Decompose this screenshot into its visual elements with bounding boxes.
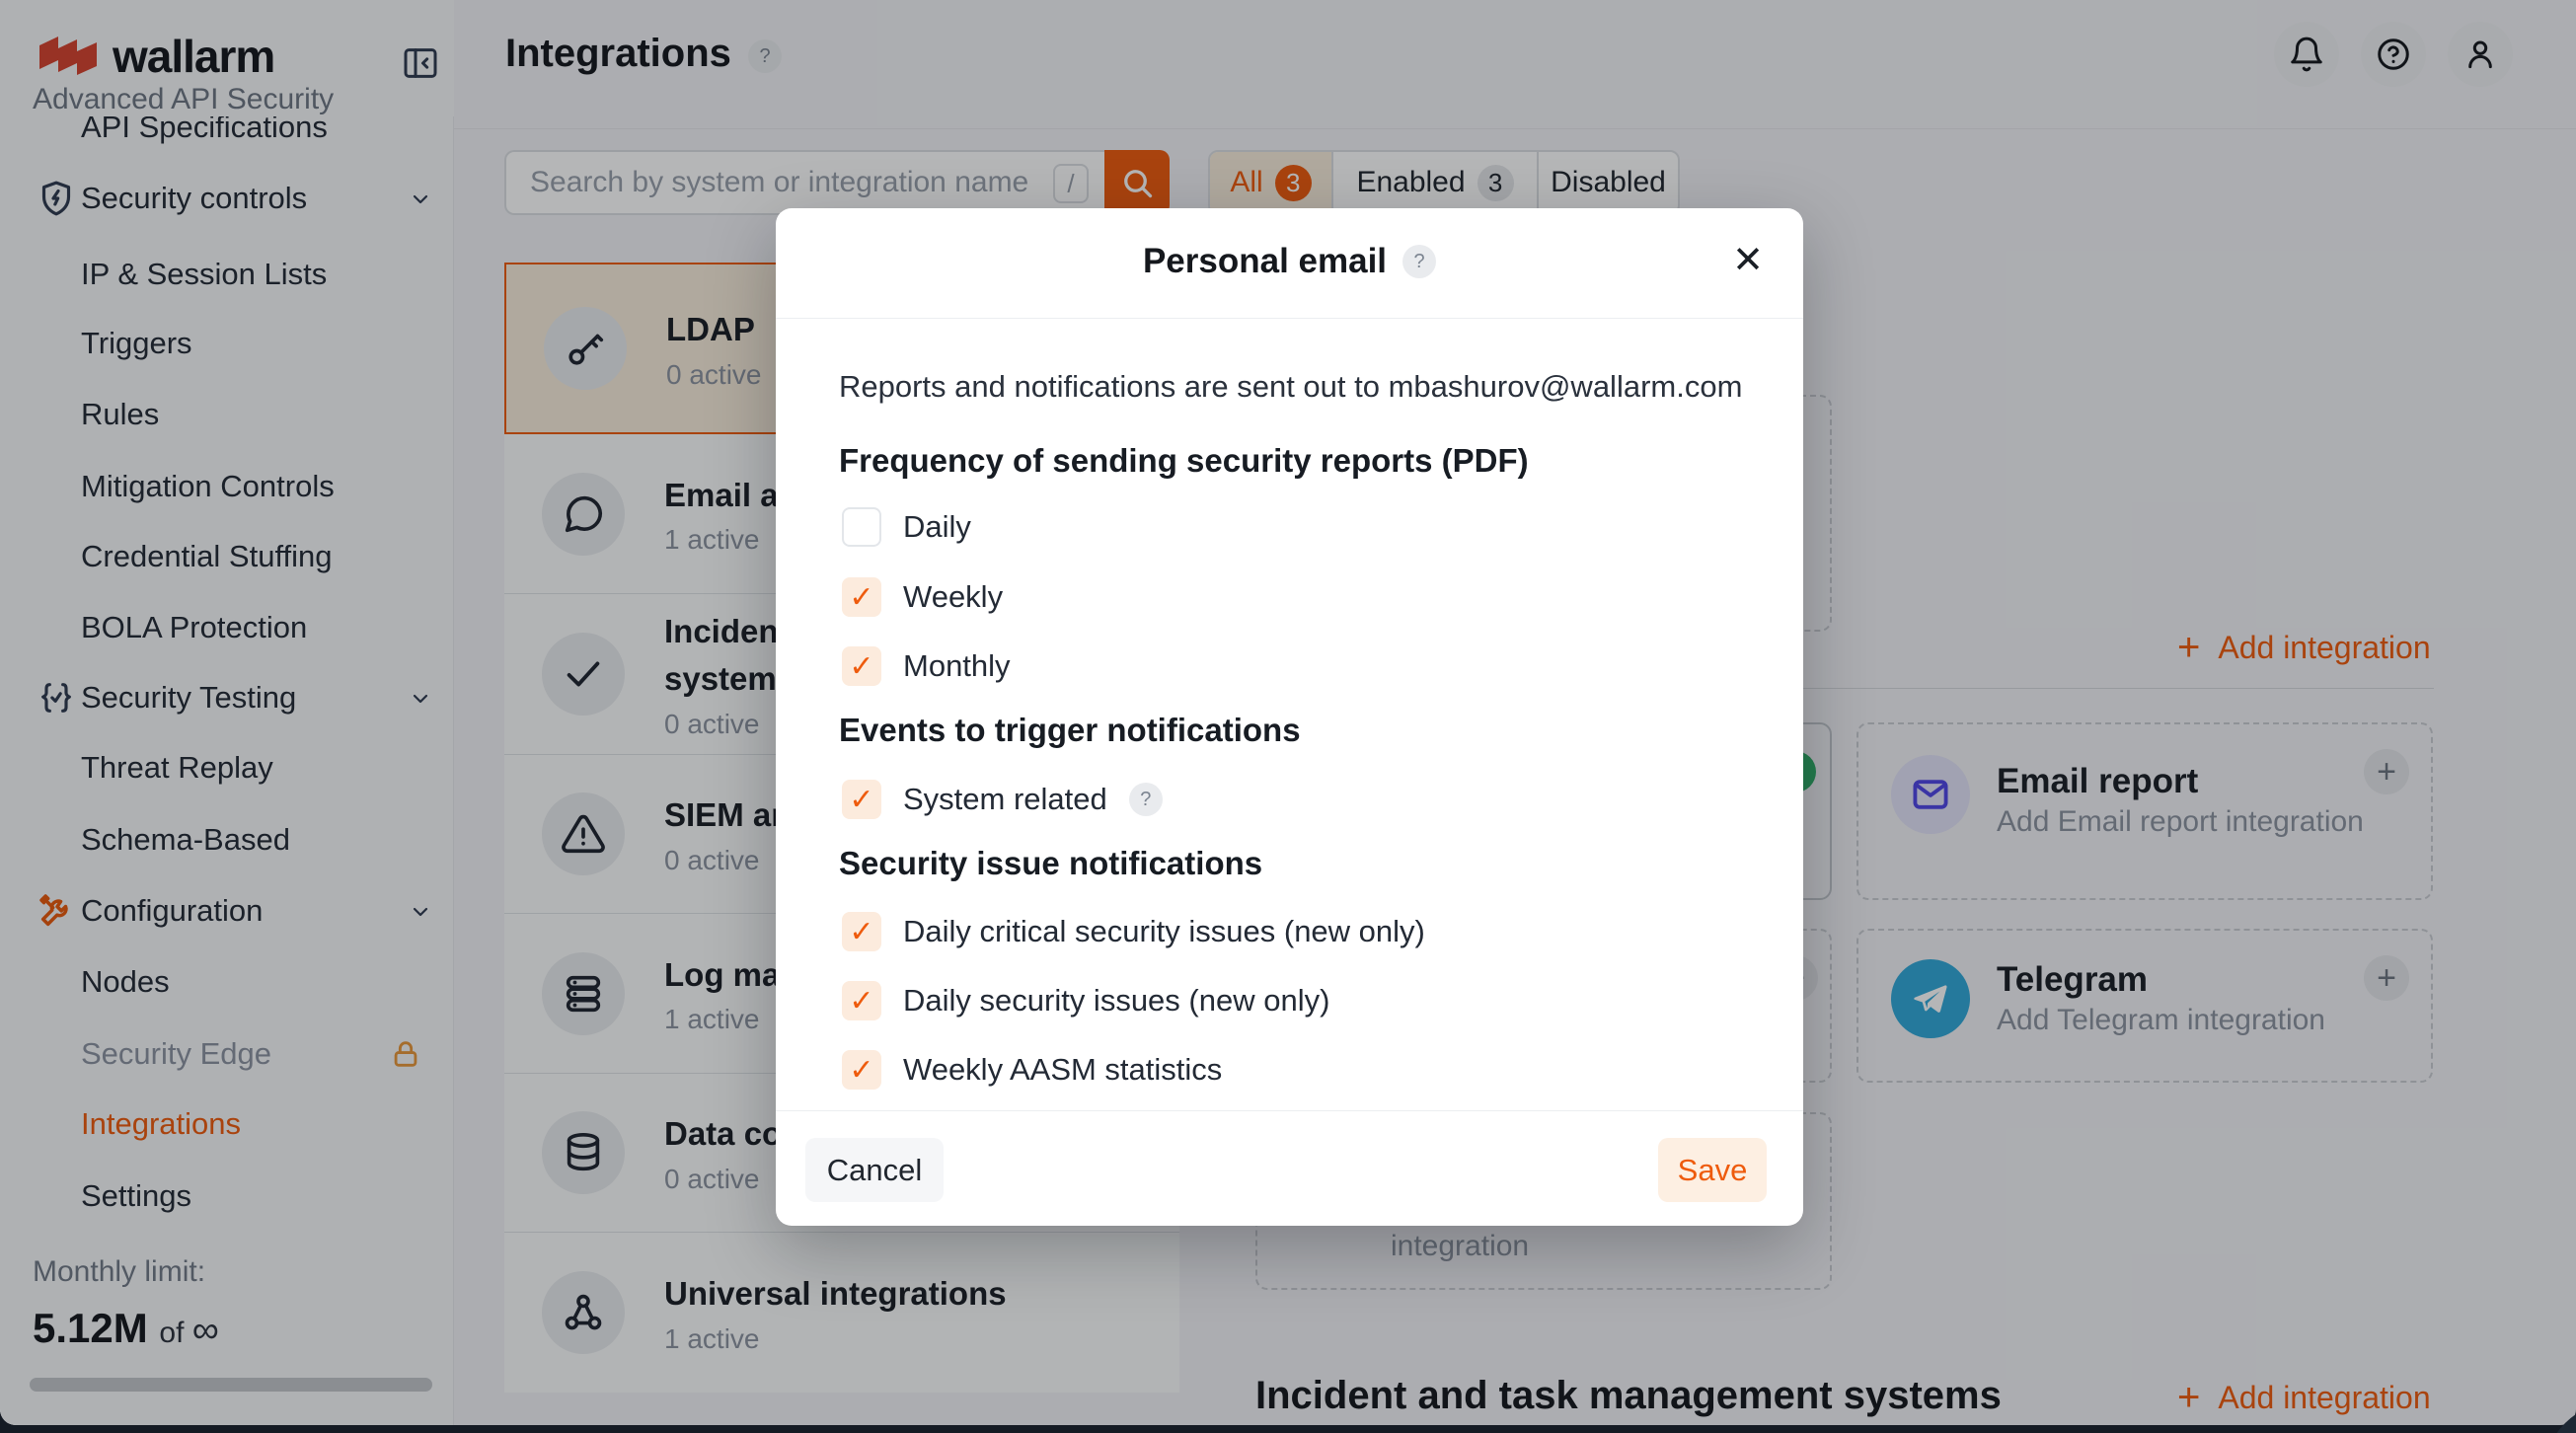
- option-system-related: ✓ System related ?: [842, 778, 1163, 821]
- check-icon: ✓: [849, 1053, 873, 1088]
- section-heading-events: Events to trigger notifications: [839, 712, 1301, 749]
- checkbox-monthly[interactable]: ✓: [842, 646, 881, 686]
- system-related-help-icon[interactable]: ?: [1129, 783, 1163, 816]
- screen: API Specifications wallarm Advanced API …: [0, 0, 2576, 1433]
- check-icon: ✓: [849, 649, 873, 684]
- modal-intro-text: Reports and notifications are sent out t…: [839, 369, 1742, 405]
- checkbox-weekly[interactable]: ✓: [842, 577, 881, 617]
- modal-footer-divider: [776, 1110, 1803, 1111]
- check-icon: ✓: [849, 915, 873, 949]
- personal-email-modal: Personal email ? ✕ Reports and notificat…: [776, 208, 1803, 1226]
- check-icon: ✓: [849, 580, 873, 615]
- modal-title: Personal email: [1143, 242, 1387, 281]
- check-icon: ✓: [849, 984, 873, 1018]
- option-daily: ✓ Daily: [842, 505, 971, 549]
- check-icon: ✓: [849, 783, 873, 817]
- option-monthly: ✓ Monthly: [842, 644, 1011, 688]
- modal-header-divider: [776, 318, 1803, 319]
- checkbox-daily[interactable]: ✓: [842, 507, 881, 547]
- checkbox-system-related[interactable]: ✓: [842, 780, 881, 819]
- option-daily-security: ✓ Daily security issues (new only): [842, 979, 1329, 1022]
- checkbox-daily-critical[interactable]: ✓: [842, 912, 881, 951]
- option-daily-critical: ✓ Daily critical security issues (new on…: [842, 910, 1425, 953]
- cancel-button[interactable]: Cancel: [805, 1138, 944, 1202]
- option-weekly: ✓ Weekly: [842, 575, 1003, 619]
- checkbox-daily-security[interactable]: ✓: [842, 981, 881, 1020]
- section-heading-security-issues: Security issue notifications: [839, 845, 1262, 882]
- close-icon[interactable]: ✕: [1732, 242, 1764, 279]
- save-button[interactable]: Save: [1658, 1138, 1767, 1202]
- section-heading-frequency: Frequency of sending security reports (P…: [839, 442, 1529, 480]
- checkbox-weekly-aasm[interactable]: ✓: [842, 1050, 881, 1090]
- option-weekly-aasm: ✓ Weekly AASM statistics: [842, 1048, 1222, 1092]
- app-window: API Specifications wallarm Advanced API …: [0, 0, 2576, 1425]
- modal-help-icon[interactable]: ?: [1402, 245, 1436, 278]
